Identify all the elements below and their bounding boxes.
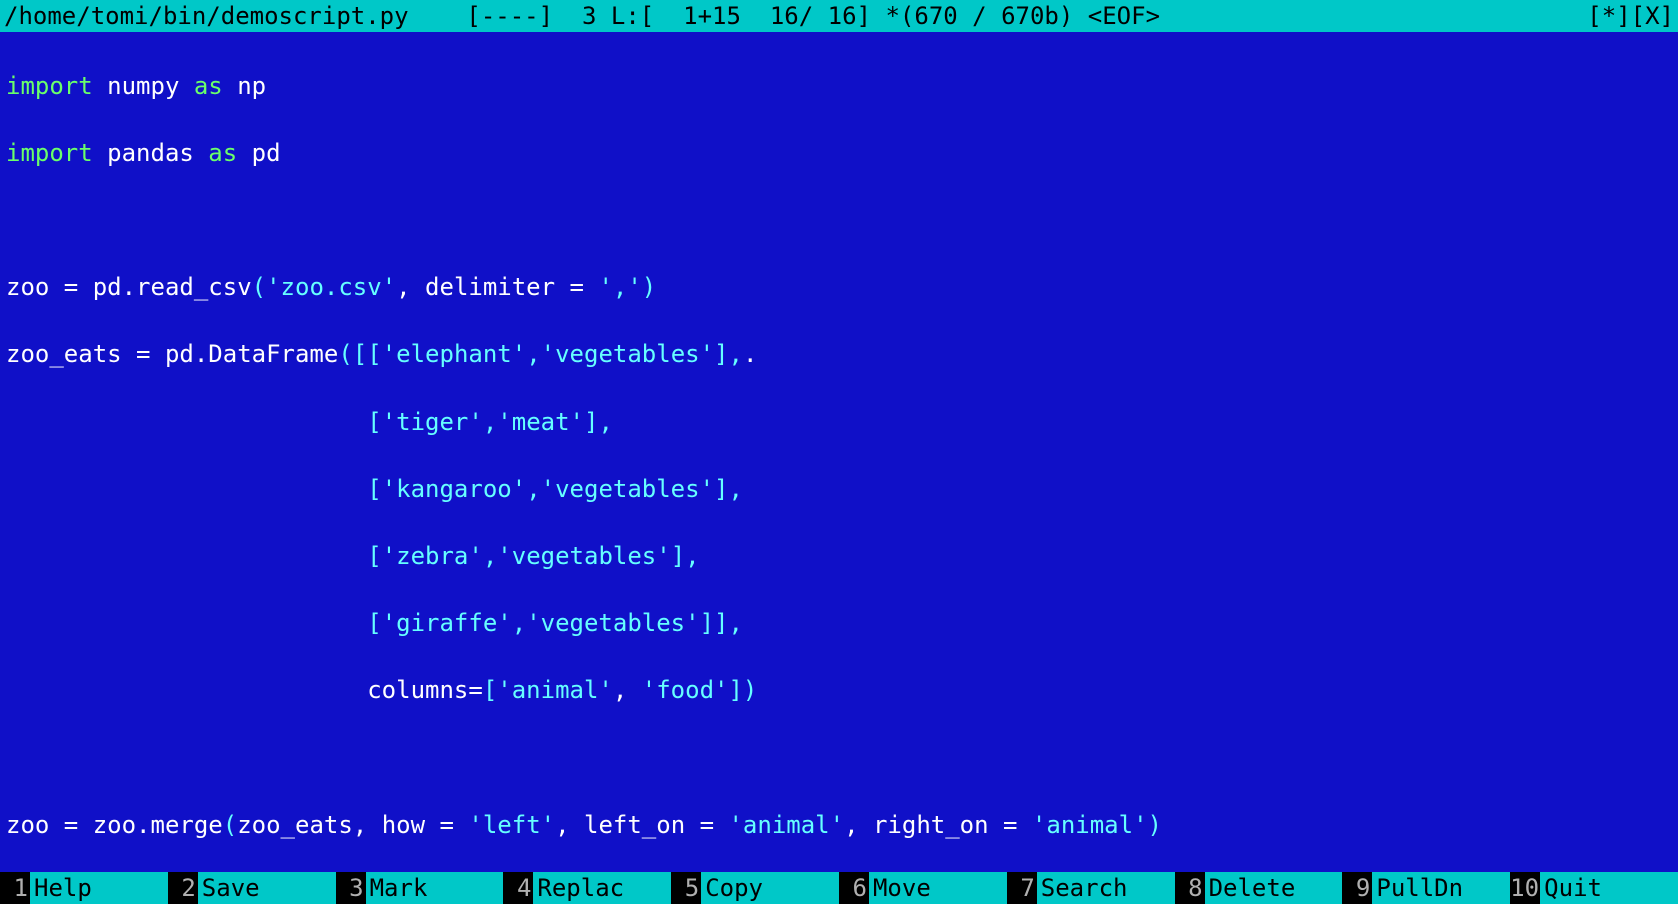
- editor-window: /home/tomi/bin/demoscript.py [----] 3 L:…: [0, 0, 1678, 904]
- code-line: ['zebra','vegetables'],: [6, 540, 1672, 574]
- code-area[interactable]: import numpy as np import pandas as pd z…: [0, 32, 1678, 872]
- fkey-replace[interactable]: 4Replac: [503, 872, 671, 904]
- fkey-help[interactable]: 1Help: [0, 872, 168, 904]
- fkey-mark[interactable]: 3Mark: [336, 872, 504, 904]
- code-line: zoo = pd.read_csv('zoo.csv', delimiter =…: [6, 271, 1672, 305]
- code-line: zoo_eats = pd.DataFrame([['elephant','ve…: [6, 338, 1672, 372]
- fkey-pulldn[interactable]: 9PullDn: [1342, 872, 1510, 904]
- file-flags: [----]: [466, 2, 553, 30]
- modified-flag: [*][X]: [1587, 2, 1674, 30]
- fkey-search[interactable]: 7Search: [1007, 872, 1175, 904]
- code-line: zoo = zoo.merge(zoo_eats, how = 'left', …: [6, 809, 1672, 843]
- line-prefix: L:[: [611, 2, 654, 30]
- code-line: columns=['animal', 'food']): [6, 674, 1672, 708]
- title-spacer: [409, 2, 467, 30]
- byte-count: *(670 / 670b): [885, 2, 1073, 30]
- line-start: 1+15: [683, 2, 741, 30]
- code-line: ['kangaroo','vegetables'],: [6, 473, 1672, 507]
- code-line: import pandas as pd: [6, 137, 1672, 171]
- file-path: /home/tomi/bin/demoscript.py: [4, 2, 409, 30]
- fkey-move[interactable]: 6Move: [839, 872, 1007, 904]
- function-key-bar: 1Help 2Save 3Mark 4Replac 5Copy 6Move 7S…: [0, 872, 1678, 904]
- fkey-copy[interactable]: 5Copy: [671, 872, 839, 904]
- fkey-save[interactable]: 2Save: [168, 872, 336, 904]
- fkey-quit[interactable]: 10Quit: [1510, 872, 1678, 904]
- eof-marker: <EOF>: [1088, 2, 1160, 30]
- code-line: ['tiger','meat'],: [6, 406, 1672, 440]
- code-line: [6, 741, 1672, 775]
- cursor-col: 3: [582, 2, 596, 30]
- code-line: import numpy as np: [6, 70, 1672, 104]
- code-line: ['giraffe','vegetables']],: [6, 607, 1672, 641]
- code-line: [6, 204, 1672, 238]
- fkey-delete[interactable]: 8Delete: [1175, 872, 1343, 904]
- line-cur: 16/ 16]: [770, 2, 871, 30]
- title-bar: /home/tomi/bin/demoscript.py [----] 3 L:…: [0, 0, 1678, 32]
